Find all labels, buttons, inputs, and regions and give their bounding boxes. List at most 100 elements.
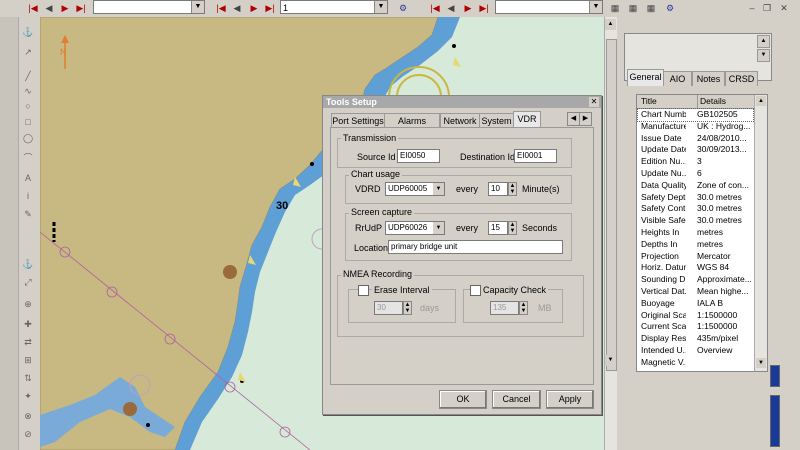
panel-tab-notes[interactable]: Notes (692, 71, 725, 86)
chevron-down-icon[interactable]: ▼ (433, 222, 444, 234)
property-scrollbar[interactable]: ▲ ▼ (754, 95, 767, 371)
erase-interval-input[interactable]: 30 (374, 301, 403, 315)
first-button[interactable]: |◀ (26, 2, 40, 14)
property-row[interactable]: Projection Mercator (638, 251, 753, 263)
tab-system[interactable]: System (479, 113, 514, 128)
property-row[interactable]: Current Scale 1:1500000 (638, 321, 753, 333)
nav-tool-icon-8[interactable]: ✦ (20, 389, 36, 403)
property-row[interactable]: Visible Safe... 30.0 metres (638, 215, 753, 227)
info-tool-icon[interactable]: i (20, 189, 36, 203)
side-scroll-handle[interactable] (770, 365, 780, 387)
arc-tool-icon[interactable]: ⌒ (20, 151, 36, 165)
line-tool-icon[interactable]: ╱ (20, 69, 36, 83)
property-row[interactable]: Issue Date 24/08/2010... (638, 133, 753, 145)
dialog-close-icon[interactable]: ✕ (589, 97, 599, 107)
chevron-down-icon[interactable]: ▼ (374, 1, 387, 13)
tab-scroll-right-icon[interactable]: ▶ (579, 112, 592, 126)
property-row[interactable]: Update Nu... 6 (638, 168, 753, 180)
property-row[interactable]: Vertical Dat... Mean highe... (638, 286, 753, 298)
nav-tool-icon-5[interactable]: ⇄ (20, 335, 36, 349)
property-row[interactable]: Magnetic V... (638, 357, 753, 369)
gear-icon-2[interactable]: ⚙ (663, 2, 677, 14)
panel-tab-crsd[interactable]: CRSD (725, 71, 758, 86)
nav-tool-icon-2[interactable]: ⤢ (20, 275, 36, 289)
nav-tool-icon[interactable]: ⚓ (20, 257, 36, 271)
gear-icon[interactable]: ⚙ (396, 2, 410, 14)
side-scroll-handle-2[interactable] (770, 395, 780, 447)
nav-tool-icon-10[interactable]: ⊘ (20, 427, 36, 441)
erase-interval-checkbox[interactable] (358, 285, 369, 296)
property-row[interactable]: Chart Number GB102505 (637, 108, 754, 122)
property-row[interactable]: Depths In metres (638, 239, 753, 251)
next-button-3[interactable]: ▶ (461, 2, 475, 14)
capacity-check-checkbox[interactable] (470, 285, 481, 296)
property-row[interactable]: Display Res... 435m/pixel (638, 333, 753, 345)
prev-button-3[interactable]: ◀ (444, 2, 458, 14)
tab-vdr[interactable]: VDR (513, 111, 541, 128)
list-scroll-up-icon[interactable]: ▲ (756, 96, 766, 106)
capacity-check-stepper[interactable]: ▲ ▼ (519, 301, 528, 315)
layers-icon[interactable]: ▦ (608, 2, 622, 14)
layers-icon-3[interactable]: ▦ (644, 2, 658, 14)
scroll-up-icon[interactable]: ▲ (605, 19, 616, 30)
first-button-2[interactable]: |◀ (214, 2, 228, 14)
tab-port-settings[interactable]: Port Settings (331, 113, 385, 128)
last-button-2[interactable]: ▶| (263, 2, 277, 14)
cancel-button[interactable]: Cancel (492, 390, 541, 409)
property-row[interactable]: Buoyage IALA B (638, 298, 753, 310)
property-row[interactable]: Edition Nu... 3 (638, 156, 753, 168)
first-button-3[interactable]: |◀ (428, 2, 442, 14)
prev-button[interactable]: ◀ (42, 2, 56, 14)
close-icon[interactable]: ✕ (777, 2, 791, 14)
last-button-3[interactable]: ▶| (477, 2, 491, 14)
capture-every-input[interactable]: 15 (488, 221, 508, 235)
chevron-down-icon[interactable]: ▼ (191, 1, 204, 13)
restore-icon[interactable]: ❐ (760, 2, 774, 14)
chevron-down-icon[interactable]: ▼ (433, 183, 444, 195)
capacity-check-input[interactable]: 135 (490, 301, 519, 315)
prev-button-2[interactable]: ◀ (230, 2, 244, 14)
route-tool-icon[interactable]: ↗ (20, 45, 36, 59)
minimize-icon[interactable]: – (745, 2, 759, 14)
erase-interval-stepper[interactable]: ▲ ▼ (403, 301, 412, 315)
property-row[interactable]: Update Date 30/09/2013... (638, 144, 753, 156)
property-row[interactable]: Safety Depth 30.0 metres (638, 192, 753, 204)
scroll-down-icon[interactable]: ▼ (605, 355, 616, 366)
chart-every-input[interactable]: 10 (488, 182, 508, 196)
layers-icon-2[interactable]: ▦ (626, 2, 640, 14)
map-scrollbar[interactable]: ▲ ▼ (604, 17, 617, 450)
last-button[interactable]: ▶| (74, 2, 88, 14)
property-row[interactable]: Heights In metres (638, 227, 753, 239)
text-tool-icon[interactable]: A (20, 171, 36, 185)
apply-button[interactable]: Apply (546, 390, 594, 409)
panel-tab-aio[interactable]: AIO (663, 71, 692, 86)
scroll-thumb[interactable] (606, 39, 617, 371)
panel-tab-general[interactable]: General (627, 69, 664, 86)
col-title-header[interactable]: Title (641, 95, 657, 108)
nav-tool-icon-9[interactable]: ⊗ (20, 409, 36, 423)
ellipse-tool-icon[interactable]: ◯ (20, 131, 36, 145)
circle-tool-icon[interactable]: ○ (20, 99, 36, 113)
toolbar-combo-3[interactable]: ▼ (495, 0, 603, 14)
polyline-tool-icon[interactable]: ∿ (20, 84, 36, 98)
nav-tool-icon-7[interactable]: ⇅ (20, 371, 36, 385)
nav-tool-icon-6[interactable]: ⊞ (20, 353, 36, 367)
ok-button[interactable]: OK (439, 390, 487, 409)
capture-every-stepper[interactable]: ▲ ▼ (508, 221, 517, 235)
tab-network[interactable]: Network (440, 113, 480, 128)
panel-scroll-down-icon[interactable]: ▼ (757, 49, 770, 62)
toolbar-combo-1[interactable]: ▼ (93, 0, 205, 14)
pencil-tool-icon[interactable]: ✎ (20, 207, 36, 221)
property-row[interactable]: Data Quality Zone of con... (638, 180, 753, 192)
col-details-header[interactable]: Details (697, 95, 726, 108)
property-row[interactable]: Original Scale 1:1500000 (638, 310, 753, 322)
chart-every-stepper[interactable]: ▲ ▼ (508, 182, 517, 196)
next-button-2[interactable]: ▶ (247, 2, 261, 14)
panel-scroll-up-icon[interactable]: ▲ (757, 35, 770, 48)
property-row[interactable]: Sounding D... Approximate... (638, 274, 753, 286)
nav-tool-icon-3[interactable]: ⊕ (20, 297, 36, 311)
property-row[interactable]: Intended U... Overview (638, 345, 753, 357)
toolbar-combo-2[interactable]: 1 ▼ (280, 0, 388, 14)
source-id-field[interactable]: EI0050 (397, 149, 440, 163)
chart-tool-icon[interactable]: ⚓ (20, 25, 36, 39)
